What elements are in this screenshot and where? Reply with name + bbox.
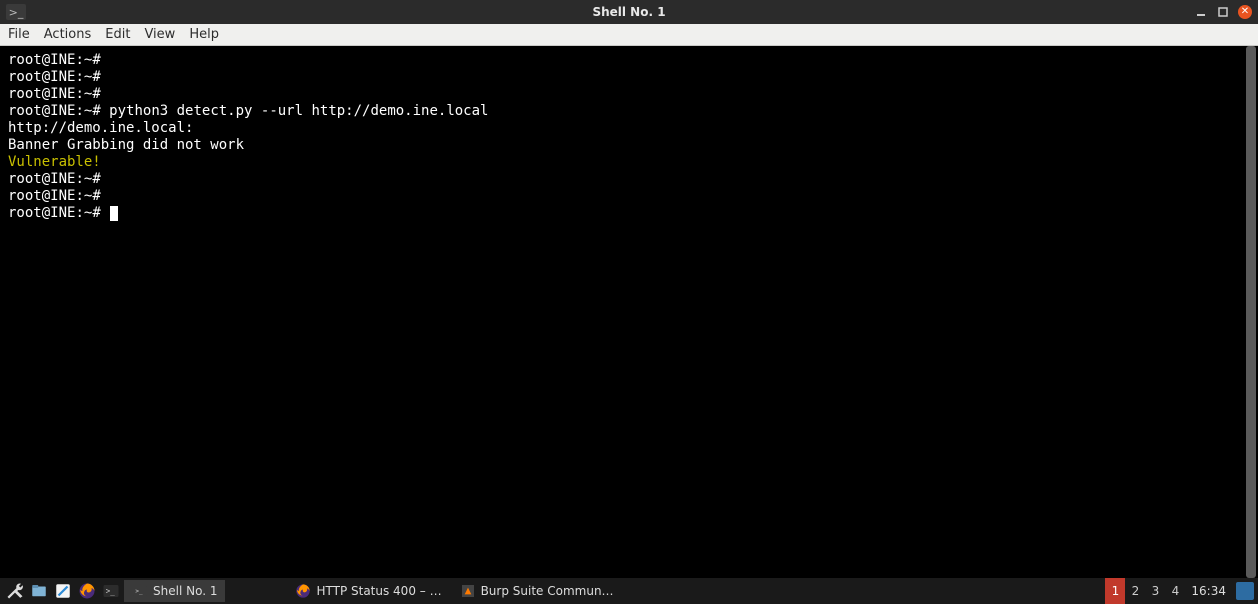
menu-help[interactable]: Help [189, 27, 219, 42]
window-title: Shell No. 1 [0, 5, 1258, 19]
menu-actions[interactable]: Actions [44, 27, 92, 42]
window-controls: ✕ [1194, 5, 1252, 19]
tools-icon[interactable] [4, 580, 26, 602]
show-desktop-button[interactable] [1236, 582, 1254, 600]
firefox-icon[interactable] [76, 580, 98, 602]
terminal-app-icon: >_ [6, 4, 26, 20]
taskbar-right: 1 2 3 4 16:34 [1105, 578, 1254, 604]
editor-icon[interactable] [52, 580, 74, 602]
svg-text:>_: >_ [106, 586, 116, 595]
terminal[interactable]: root@INE:~# root@INE:~# root@INE:~# root… [0, 46, 1258, 578]
taskbar: >_ >_ Shell No. 1 HTTP Status 400 – … Bu… [0, 578, 1258, 604]
workspace-4[interactable]: 4 [1165, 578, 1185, 604]
scrollbar-thumb[interactable] [1246, 46, 1256, 578]
taskbar-left: >_ >_ Shell No. 1 HTTP Status 400 – … Bu… [4, 580, 622, 602]
maximize-button[interactable] [1216, 5, 1230, 19]
task-shell[interactable]: >_ Shell No. 1 [124, 580, 225, 602]
terminal-vulnerable-line: Vulnerable! [8, 154, 101, 170]
terminal-cursor [110, 206, 118, 221]
burp-icon [460, 583, 476, 599]
workspace-3[interactable]: 3 [1145, 578, 1165, 604]
minimize-button[interactable] [1194, 5, 1208, 19]
task-label: Burp Suite Commun… [481, 584, 614, 598]
terminal-icon[interactable]: >_ [100, 580, 122, 602]
terminal-scrollbar[interactable] [1246, 46, 1256, 578]
terminal-output-line: http://demo.ine.local: [8, 120, 193, 136]
task-label: Shell No. 1 [153, 584, 217, 598]
menu-view[interactable]: View [144, 27, 175, 42]
terminal-command: python3 detect.py --url http://demo.ine.… [109, 103, 488, 119]
close-button[interactable]: ✕ [1238, 5, 1252, 19]
task-label: HTTP Status 400 – … [316, 584, 441, 598]
task-http-status[interactable]: HTTP Status 400 – … [287, 580, 449, 602]
menu-edit[interactable]: Edit [105, 27, 130, 42]
titlebar[interactable]: >_ Shell No. 1 ✕ [0, 0, 1258, 24]
clock[interactable]: 16:34 [1185, 584, 1232, 598]
menu-file[interactable]: File [8, 27, 30, 42]
prompt-user: root@INE [8, 52, 75, 68]
app-window: >_ Shell No. 1 ✕ File Actions Edit View … [0, 0, 1258, 604]
terminal-icon: >_ [132, 583, 148, 599]
terminal-output-line: Banner Grabbing did not work [8, 137, 244, 153]
workspace-1[interactable]: 1 [1105, 578, 1125, 604]
svg-text:>_: >_ [135, 588, 143, 595]
firefox-icon [295, 583, 311, 599]
task-burp[interactable]: Burp Suite Commun… [452, 580, 622, 602]
workspace-2[interactable]: 2 [1125, 578, 1145, 604]
menubar: File Actions Edit View Help [0, 24, 1258, 46]
files-icon[interactable] [28, 580, 50, 602]
